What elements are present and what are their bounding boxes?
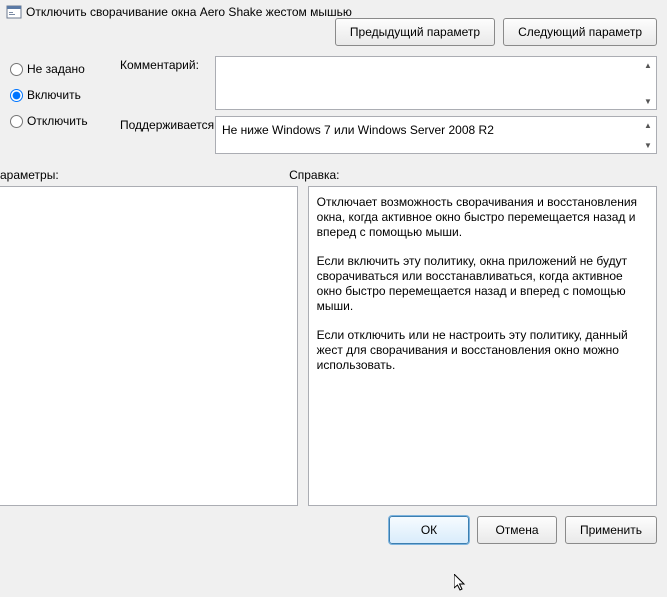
apply-button[interactable]: Применить [565,516,657,544]
cancel-button[interactable]: Отмена [477,516,557,544]
mouse-cursor-icon [454,574,470,594]
scroll-up-icon[interactable]: ▲ [641,118,655,132]
radio-enabled-input[interactable] [10,89,23,102]
help-paragraph-3: Если отключить или не настроить эту поли… [317,328,648,373]
ok-button[interactable]: ОК [389,516,469,544]
supported-label: Поддерживается: [120,116,215,132]
help-paragraph-2: Если включить эту политику, окна приложе… [317,254,648,314]
help-label: Справка: [289,168,657,182]
radio-not-configured-input[interactable] [10,63,23,76]
scroll-down-icon[interactable]: ▼ [641,94,655,108]
radio-not-configured[interactable]: Не задано [10,62,120,76]
help-pane: Отключает возможность сворачивания и вос… [308,186,657,506]
radio-enabled-label: Включить [27,88,81,102]
scroll-down-icon[interactable]: ▼ [641,138,655,152]
radio-disabled[interactable]: Отключить [10,114,120,128]
previous-setting-button[interactable]: Предыдущий параметр [335,18,495,46]
radio-not-configured-label: Не задано [27,62,85,76]
radio-disabled-input[interactable] [10,115,23,128]
policy-icon [6,4,22,20]
comment-textarea[interactable]: ▲ ▼ [215,56,657,110]
radio-disabled-label: Отключить [27,114,88,128]
parameters-label: араметры: [0,168,289,182]
scroll-up-icon[interactable]: ▲ [641,58,655,72]
parameters-pane [0,186,298,506]
next-setting-button[interactable]: Следующий параметр [503,18,657,46]
help-paragraph-1: Отключает возможность сворачивания и вос… [317,195,648,240]
radio-enabled[interactable]: Включить [10,88,120,102]
supported-textbox: Не ниже Windows 7 или Windows Server 200… [215,116,657,154]
comment-label: Комментарий: [120,56,215,72]
policy-title: Отключить сворачивание окна Aero Shake ж… [26,5,352,19]
supported-value: Не ниже Windows 7 или Windows Server 200… [222,123,494,137]
